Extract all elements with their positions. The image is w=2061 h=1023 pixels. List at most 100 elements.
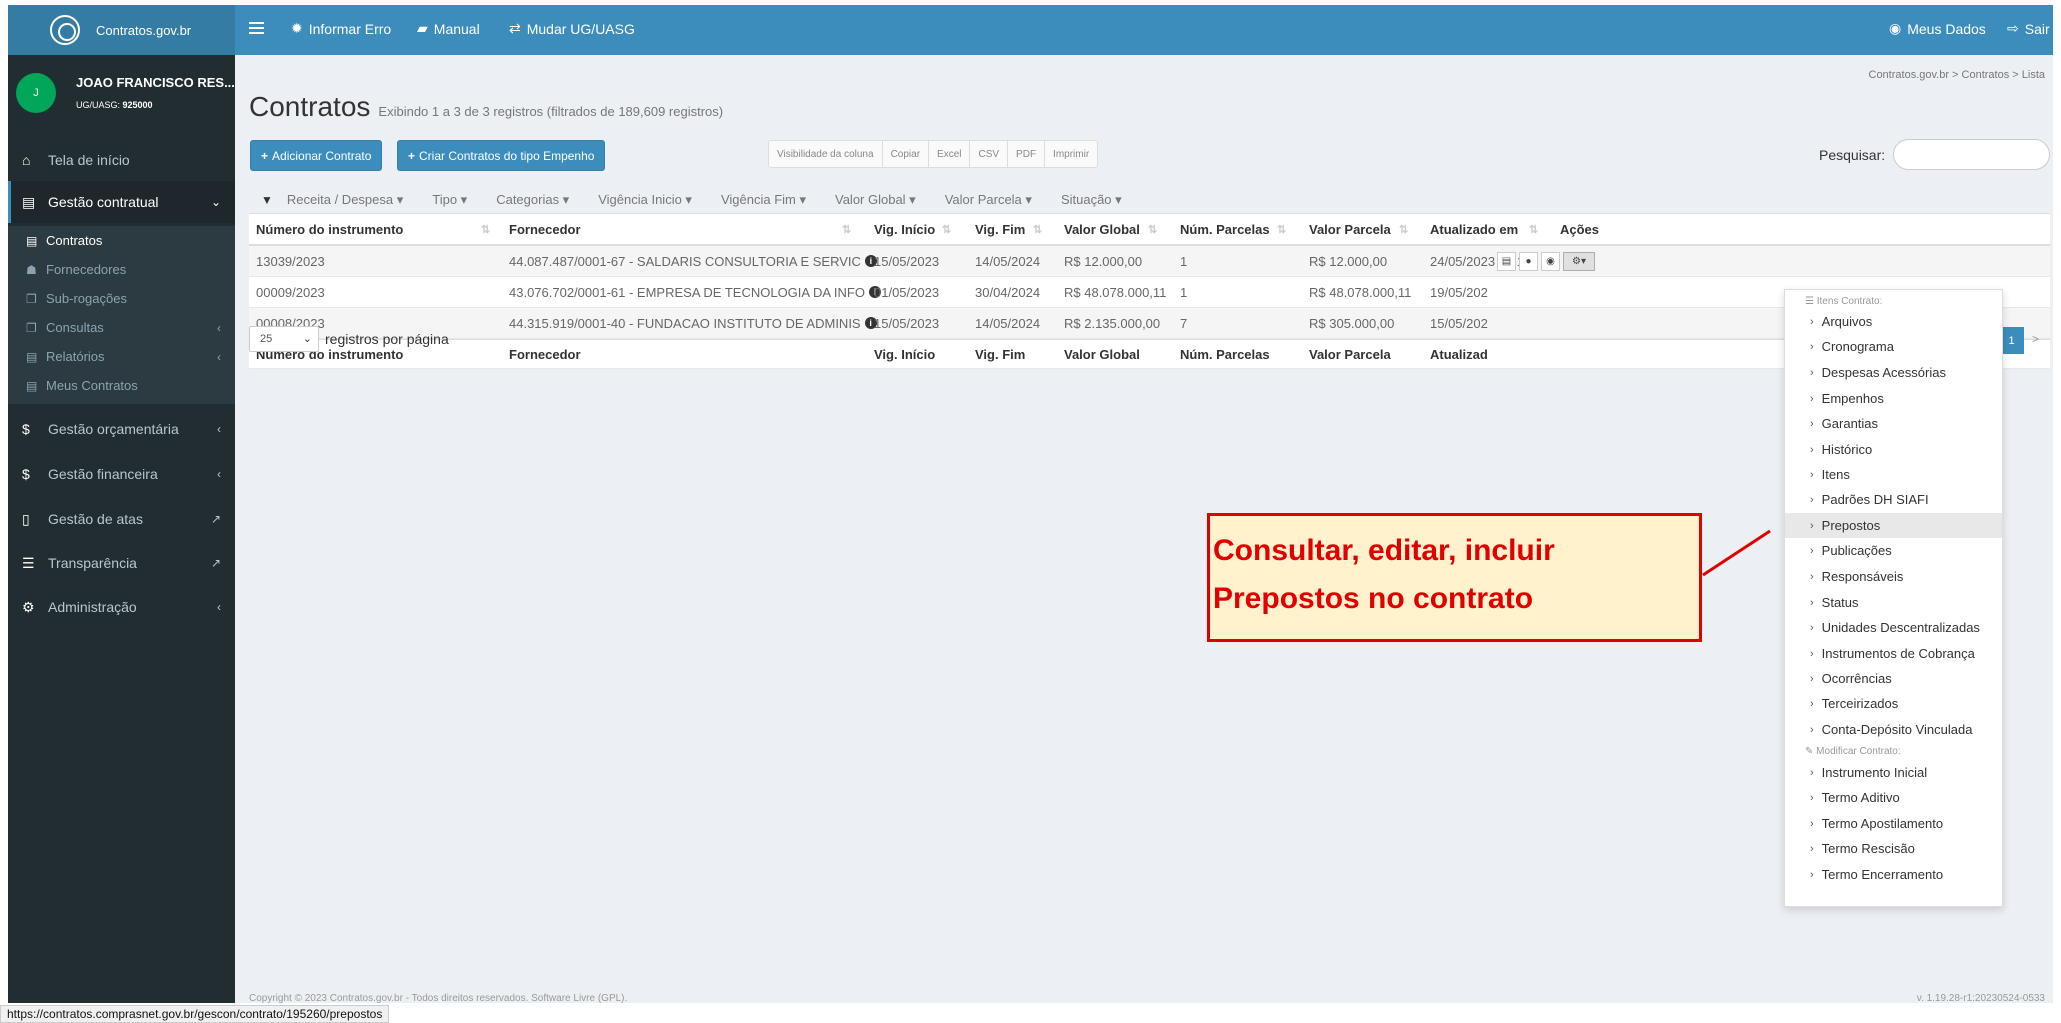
dropdown-item-empenhos[interactable]: › Empenhos xyxy=(1785,386,2002,411)
column-visibility-button[interactable]: Visibilidade da coluna xyxy=(769,141,883,167)
filter-tipo[interactable]: Tipo ▾ xyxy=(432,192,467,208)
subitem-label: Consultas xyxy=(46,320,104,335)
eye-icon[interactable]: ◉ xyxy=(1541,252,1560,271)
filter-situacao[interactable]: Situação ▾ xyxy=(1061,192,1122,208)
filter-vigencia-inicio[interactable]: Vigência Inicio ▾ xyxy=(598,192,692,208)
informar-erro-link[interactable]: ✹ Informar Erro xyxy=(291,20,391,37)
dropdown-item-publicacoes[interactable]: › Publicações xyxy=(1785,538,2002,563)
globe-icon[interactable]: ● xyxy=(1519,252,1538,271)
csv-button[interactable]: CSV xyxy=(970,141,1009,167)
sidebar-subitem-contratos[interactable]: ▤ Contratos xyxy=(8,226,235,255)
sidebar-item-gestao-contratual[interactable]: ▤ Gestão contratual ⌄ xyxy=(8,181,235,223)
dropdown-item-termo-rescisao[interactable]: › Termo Rescisão xyxy=(1785,836,2002,861)
dropdown-item-instrumentos-cobranca[interactable]: › Instrumentos de Cobrança xyxy=(1785,641,2002,666)
dropdown-item-instrumento-inicial[interactable]: › Instrumento Inicial xyxy=(1785,760,2002,785)
sidebar-item-transparencia[interactable]: ☰ Transparência ↗ xyxy=(8,542,235,584)
dropdown-item-termo-encerramento[interactable]: › Termo Encerramento xyxy=(1785,862,2002,887)
screen: Contratos.gov.br ✹ Informar Erro ▰ Manua… xyxy=(0,0,2061,1023)
column-header[interactable]: Núm. Parcelas xyxy=(1180,214,1270,244)
chevron-right-icon: › xyxy=(1810,791,1814,804)
pagination-next[interactable]: > xyxy=(2032,332,2039,346)
sidebar-subitem-fornecedores[interactable]: ☗ Fornecedores xyxy=(8,255,235,284)
pdf-button[interactable]: PDF xyxy=(1008,141,1046,167)
dropdown-item-despesas[interactable]: › Despesas Acessórias xyxy=(1785,360,2002,385)
search-input[interactable] xyxy=(1893,139,2050,170)
contracts-table: Número do instrumento ⇅ Fornecedor ⇅ Vig… xyxy=(249,213,2050,369)
export-button-group: Visibilidade da coluna Copiar Excel CSV … xyxy=(768,140,1099,168)
dropdown-item-conta-deposito[interactable]: › Conta-Depósito Vinculada xyxy=(1785,717,2002,742)
column-header[interactable]: Vig. Fim xyxy=(975,214,1025,244)
sidebar-item-label: Gestão financeira xyxy=(48,466,158,482)
filter-valor-global[interactable]: Valor Global ▾ xyxy=(835,192,916,208)
dropdown-item-terceirizados[interactable]: › Terceirizados xyxy=(1785,691,2002,716)
sidebar-subitem-consultas[interactable]: ❐ Consultas ‹ xyxy=(8,313,235,342)
sidebar-item-tela-inicio[interactable]: ⌂ Tela de início xyxy=(8,139,235,181)
print-button[interactable]: Imprimir xyxy=(1045,141,1097,167)
dropdown-item-prepostos[interactable]: › Prepostos xyxy=(1785,513,2002,538)
sidebar-item-administracao[interactable]: ⚙ Administração ‹ xyxy=(8,586,235,628)
dropdown-item-label: Garantias xyxy=(1821,416,1879,431)
sidebar-item-gestao-atas[interactable]: ▯ Gestão de atas ↗ xyxy=(8,498,235,540)
column-header[interactable]: Valor Parcela xyxy=(1309,214,1391,244)
sidebar-subitem-meus-contratos[interactable]: ▤ Meus Contratos xyxy=(8,371,235,400)
dropdown-item-garantias[interactable]: › Garantias xyxy=(1785,411,2002,436)
cell-fornecedor-text: 44.315.919/0001-40 - FUNDACAO INSTITUTO … xyxy=(509,315,861,331)
sidebar-subitem-sub-rogacoes[interactable]: ❐ Sub-rogações xyxy=(8,284,235,313)
sidebar-item-gestao-orcamentaria[interactable]: $ Gestão orçamentária ‹ xyxy=(8,408,235,450)
sort-icon[interactable]: ⇅ xyxy=(1148,223,1157,236)
menu-toggle-icon[interactable] xyxy=(249,22,264,34)
dollar-icon: $ xyxy=(22,466,30,482)
dropdown-item-label: Ocorrências xyxy=(1821,671,1892,686)
pdf-icon[interactable]: ▤ xyxy=(1497,252,1516,271)
chevron-right-icon: › xyxy=(1810,493,1814,506)
filter-receita-despesa[interactable]: Receita / Despesa ▾ xyxy=(287,192,403,208)
external-link-icon: ↗ xyxy=(210,512,221,526)
page-length-value: 25 xyxy=(260,333,273,345)
dropdown-item-itens[interactable]: › Itens xyxy=(1785,462,2002,487)
breadcrumb[interactable]: Contratos.gov.br > Contratos > Lista xyxy=(1869,69,2046,81)
sort-icon[interactable]: ⇅ xyxy=(1399,223,1408,236)
sort-icon[interactable]: ⇅ xyxy=(1033,223,1042,236)
filter-bar: ▼ Receita / Despesa ▾ Tipo ▾ Categorias … xyxy=(249,188,1151,212)
brand-logo-area[interactable]: Contratos.gov.br xyxy=(8,5,235,55)
dropdown-item-ocorrencias[interactable]: › Ocorrências xyxy=(1785,666,2002,691)
column-header[interactable]: Valor Global xyxy=(1064,214,1140,244)
mudar-uasg-link[interactable]: ⇄ Mudar UG/UASG xyxy=(509,20,635,37)
column-header[interactable]: Vig. Início xyxy=(874,214,935,244)
manual-link[interactable]: ▰ Manual xyxy=(417,20,480,37)
add-contract-button[interactable]: + Adicionar Contrato xyxy=(250,140,383,171)
dropdown-item-arquivos[interactable]: › Arquivos xyxy=(1785,309,2002,334)
sair-link[interactable]: ⇨ Sair xyxy=(2007,20,2050,37)
sidebar-subitem-relatorios[interactable]: ▤ Relatórios ‹ xyxy=(8,342,235,371)
subitem-label: Contratos xyxy=(46,233,103,248)
chevron-right-icon: › xyxy=(1810,647,1814,660)
sort-icon[interactable]: ⇅ xyxy=(481,223,490,236)
filter-valor-parcela[interactable]: Valor Parcela ▾ xyxy=(945,192,1032,208)
excel-button[interactable]: Excel xyxy=(929,141,971,167)
filter-vigencia-fim[interactable]: Vigência Fim ▾ xyxy=(721,192,806,208)
dropdown-item-cronograma[interactable]: › Cronograma xyxy=(1785,334,2002,359)
avatar: J xyxy=(16,73,56,113)
dropdown-item-status[interactable]: › Status xyxy=(1785,590,2002,615)
sort-icon[interactable]: ⇅ xyxy=(942,223,951,236)
dropdown-item-termo-apostilamento[interactable]: › Termo Apostilamento xyxy=(1785,811,2002,836)
copy-button[interactable]: Copiar xyxy=(883,141,930,167)
dropdown-item-termo-aditivo[interactable]: › Termo Aditivo xyxy=(1785,785,2002,810)
page-length-select[interactable]: 25 ⌄ xyxy=(249,326,319,352)
sort-icon[interactable]: ⇅ xyxy=(1277,223,1286,236)
filter-categorias[interactable]: Categorias ▾ xyxy=(496,192,569,208)
subitem-label: Fornecedores xyxy=(46,262,127,277)
dropdown-item-unidades[interactable]: › Unidades Descentralizadas xyxy=(1785,615,2002,640)
column-header[interactable]: Fornecedor xyxy=(509,214,581,244)
column-header[interactable]: Número do instrumento xyxy=(256,214,403,244)
column-header[interactable]: Atualizado em xyxy=(1430,214,1518,244)
meus-dados-link[interactable]: ◉ Meus Dados xyxy=(1889,20,1986,37)
gears-dropdown-button[interactable]: ⚙▾ xyxy=(1563,252,1595,271)
dropdown-item-historico[interactable]: › Histórico xyxy=(1785,437,2002,462)
sort-icon[interactable]: ⇅ xyxy=(842,223,851,236)
dropdown-item-padroes[interactable]: › Padrões DH SIAFI xyxy=(1785,487,2002,512)
create-empenho-contracts-button[interactable]: + Criar Contratos do tipo Empenho xyxy=(397,140,606,171)
sort-icon[interactable]: ⇅ xyxy=(1529,223,1538,236)
dropdown-item-responsaveis[interactable]: › Responsáveis xyxy=(1785,564,2002,589)
sidebar-item-gestao-financeira[interactable]: $ Gestão financeira ‹ xyxy=(8,453,235,495)
